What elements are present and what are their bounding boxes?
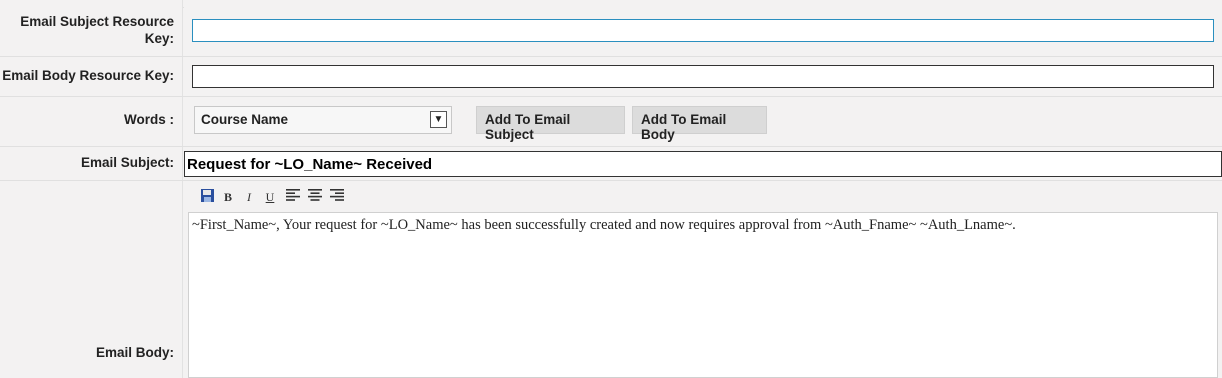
italic-icon[interactable]: I: [240, 188, 258, 206]
label-cell: [0, 0, 183, 7]
bold-icon[interactable]: B: [219, 188, 237, 206]
words-selected-value: Course Name: [201, 112, 289, 127]
email-body-text: ~First_Name~, Your request for ~LO_Name~…: [192, 217, 1016, 233]
underline-icon[interactable]: U: [261, 188, 279, 206]
body-key-row: Email Body Resource Key:: [0, 57, 1222, 97]
words-row: Words : Course Name ▼ Add To Email Subje…: [0, 97, 1222, 147]
words-cell: Course Name ▼ Add To Email Subject Add T…: [184, 97, 1222, 146]
body-key-input[interactable]: [192, 65, 1214, 88]
subject-key-row: Email Subject Resource Key:: [0, 7, 1222, 57]
email-subject-input[interactable]: [184, 151, 1222, 177]
add-to-email-subject-button[interactable]: Add To Email Subject: [476, 106, 625, 142]
email-subject-cell: [184, 147, 1222, 180]
email-subject-row: Email Subject:: [0, 147, 1222, 181]
subject-key-input[interactable]: [192, 19, 1214, 42]
align-center-icon[interactable]: [306, 188, 324, 206]
email-body-row: Email Body: B I U ~First_Name~, Your req…: [0, 181, 1222, 378]
add-to-email-body-button[interactable]: Add To Email Body: [632, 106, 767, 142]
align-right-icon[interactable]: [328, 188, 346, 206]
subject-key-label: Email Subject Resource Key:: [0, 7, 183, 56]
chevron-down-icon[interactable]: ▼: [430, 111, 447, 128]
words-label: Words :: [0, 97, 183, 146]
email-subject-label: Email Subject:: [0, 147, 183, 180]
email-body-editor[interactable]: ~First_Name~, Your request for ~LO_Name~…: [188, 212, 1218, 378]
email-template-form: Email Subject Resource Key: Email Body R…: [0, 0, 1222, 378]
email-body-cell: B I U ~First_Name~, Your request for ~LO…: [184, 181, 1222, 378]
align-left-icon[interactable]: [284, 188, 302, 206]
body-key-cell: [184, 57, 1222, 96]
subject-key-cell: [184, 7, 1222, 56]
body-key-label: Email Body Resource Key:: [0, 57, 183, 96]
save-icon[interactable]: [198, 188, 216, 206]
words-select[interactable]: Course Name ▼: [194, 106, 452, 134]
email-body-label: Email Body:: [0, 181, 183, 378]
